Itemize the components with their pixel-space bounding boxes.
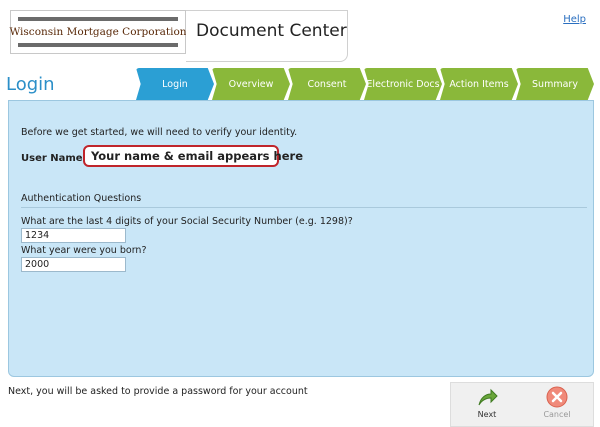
cancel-label: Cancel (543, 410, 571, 419)
cancel-icon (546, 386, 568, 408)
tab-overview[interactable]: Overview (212, 68, 290, 100)
footer-button-bar: Next Cancel (450, 382, 594, 427)
next-button[interactable]: Next (455, 385, 519, 425)
logo-bar-top (18, 17, 178, 21)
birth-year-question-label: What year were you born? (21, 245, 147, 256)
auth-questions-heading: Authentication Questions (21, 193, 142, 204)
help-link[interactable]: Help (563, 14, 586, 25)
ssn-question-label: What are the last 4 digits of your Socia… (21, 216, 353, 227)
logo-bar-bottom (18, 43, 178, 47)
next-label: Next (477, 410, 497, 419)
username-value: Your name & email appears here (83, 145, 303, 167)
intro-text: Before we get started, we will need to v… (21, 127, 298, 138)
login-panel: Before we get started, we will need to v… (8, 100, 594, 377)
company-logo: Wisconsin Mortgage Corporation (9, 10, 187, 54)
tab-electronic-docs[interactable]: Electronic Docs (364, 68, 442, 100)
tab-summary[interactable]: Summary (516, 68, 594, 100)
logo-text: Wisconsin Mortgage Corporation (9, 26, 187, 38)
section-divider (21, 207, 587, 208)
tab-login[interactable]: Login (136, 68, 214, 100)
cancel-button[interactable]: Cancel (525, 385, 589, 425)
next-arrow-icon (478, 388, 498, 406)
step-tabs: Login Overview Consent Electronic Docs A… (136, 68, 596, 100)
tab-action-items[interactable]: Action Items (440, 68, 518, 100)
page-title: Login (6, 74, 55, 95)
ssn-input[interactable]: 1234 (21, 228, 126, 243)
tab-consent[interactable]: Consent (288, 68, 366, 100)
birth-year-input[interactable]: 2000 (21, 257, 126, 272)
footer-note: Next, you will be asked to provide a pas… (8, 386, 308, 397)
app-title: Document Center (196, 21, 347, 41)
username-label: User Name: (21, 153, 87, 164)
